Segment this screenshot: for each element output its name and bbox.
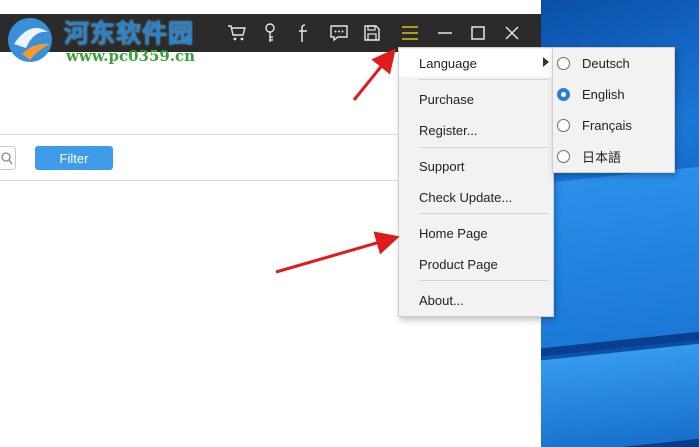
menu-item-label: Check Update... [419, 189, 513, 205]
maximize-icon[interactable] [465, 20, 491, 46]
facebook-icon[interactable] [290, 20, 316, 46]
cart-icon[interactable] [224, 20, 250, 46]
menu-item-purchase[interactable]: Purchase [399, 85, 553, 113]
radio-selected-icon[interactable] [557, 88, 570, 101]
menu-item-language[interactable]: Language [399, 49, 553, 77]
menu-item-label: About... [419, 292, 464, 308]
language-option-francais[interactable]: Français [553, 110, 674, 141]
watermark-logo [8, 18, 52, 62]
search-icon [1, 152, 13, 165]
main-menu: Language Purchase Register... Support Ch… [398, 47, 554, 317]
menu-item-about[interactable]: About... [399, 286, 553, 314]
search-box[interactable] [0, 146, 16, 170]
language-option-english[interactable]: English [553, 79, 674, 110]
menu-item-register[interactable]: Register... [399, 116, 553, 144]
language-option-label: Français [582, 118, 632, 133]
save-icon[interactable] [359, 20, 385, 46]
menu-separator [419, 147, 549, 148]
menu-item-label: Home Page [419, 225, 488, 241]
menu-separator [419, 280, 549, 281]
menu-icon[interactable] [397, 20, 423, 46]
menu-separator [419, 213, 549, 214]
menu-item-support[interactable]: Support [399, 152, 553, 180]
language-option-label: Deutsch [582, 56, 630, 71]
menu-separator [419, 79, 549, 80]
language-submenu: Deutsch English Français 日本語 [552, 47, 675, 173]
filter-button[interactable]: Filter [35, 146, 113, 170]
language-option-deutsch[interactable]: Deutsch [553, 48, 674, 79]
close-icon[interactable] [499, 20, 525, 46]
menu-item-label: Language [419, 55, 477, 71]
menu-item-label: Register... [419, 122, 478, 138]
menu-item-label: Support [419, 158, 465, 174]
menu-item-label: Product Page [419, 256, 498, 272]
menu-item-label: Purchase [419, 91, 474, 107]
language-option-label: English [582, 87, 625, 102]
watermark-url: www.pc0359.cn [66, 47, 196, 65]
menu-item-check-update[interactable]: Check Update... [399, 183, 553, 211]
key-icon[interactable] [257, 20, 283, 46]
menu-item-home-page[interactable]: Home Page [399, 219, 553, 247]
menu-item-product-page[interactable]: Product Page [399, 250, 553, 278]
radio-icon[interactable] [557, 57, 570, 70]
radio-icon[interactable] [557, 119, 570, 132]
watermark-site-name: 河东软件园 [64, 19, 195, 48]
radio-icon[interactable] [557, 150, 570, 163]
language-option-japanese[interactable]: 日本語 [553, 141, 674, 172]
submenu-arrow-icon [543, 57, 549, 67]
chat-icon[interactable] [326, 20, 352, 46]
minimize-icon[interactable] [432, 20, 458, 46]
language-option-label: 日本語 [582, 150, 622, 165]
